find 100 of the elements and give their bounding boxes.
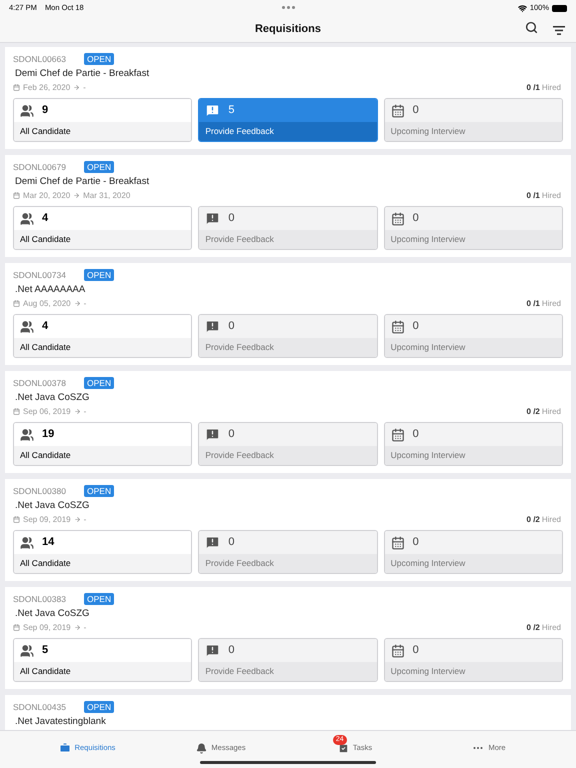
stat-tile[interactable]: 0 Provide Feedback (198, 206, 378, 250)
hired-label: Hired (542, 622, 561, 634)
search-icon[interactable] (525, 21, 538, 34)
requisition-card[interactable]: SDONL00380 OPEN .Net Java CoSZG Sep 09, 2019 - 0 /2 Hired 14 All Candidate 0 Provide Feedback 0 Upcoming Interview (5, 479, 571, 581)
stat-tile[interactable]: 4 All Candidate (13, 206, 192, 250)
stat-tile[interactable]: 4 All Candidate (13, 314, 192, 358)
requisition-title: .Net Java CoSZG (15, 391, 90, 405)
start-date: Sep 09, 2019 (23, 622, 71, 634)
tile-label: Provide Feedback (205, 125, 274, 138)
tile-count: 0 (412, 427, 419, 442)
calendar-icon (390, 320, 405, 334)
status-badge: OPEN (84, 593, 114, 605)
stat-tile[interactable]: 0 Upcoming Interview (384, 422, 563, 466)
stat-tile[interactable]: 0 Upcoming Interview (384, 98, 563, 142)
status-badge: OPEN (84, 269, 114, 281)
requisition-card[interactable]: SDONL00734 OPEN .Net AAAAAAAA Aug 05, 2020 - 0 /1 Hired 4 All Candidate 0 Provide Feedback 0 Upcoming Interview (5, 263, 571, 365)
stat-tile[interactable]: 0 Provide Feedback (198, 422, 378, 466)
start-date: Sep 06, 2019 (23, 406, 71, 418)
tile-count: 0 (228, 643, 234, 658)
tile-count: 0 (228, 211, 234, 226)
status-badge: OPEN (84, 485, 114, 497)
tile-count: 4 (42, 211, 48, 226)
requisition-card[interactable]: SDONL00378 OPEN .Net Java CoSZG Sep 06, 2019 - 0 /2 Hired 19 All Candidate 0 Provide Feedback 0 Upcoming Interview (5, 371, 571, 473)
end-date: - (84, 298, 86, 310)
requisition-id: SDONL00435 (13, 700, 67, 714)
feedback-icon (205, 319, 220, 334)
people-icon (20, 320, 34, 334)
stat-tile[interactable]: 5 All Candidate (13, 638, 192, 682)
tile-label: Provide Feedback (205, 233, 274, 246)
stat-tile[interactable]: 0 Provide Feedback (198, 314, 378, 358)
stat-tile[interactable]: 19 All Candidate (13, 422, 192, 466)
feedback-icon (205, 643, 220, 658)
tile-count: 0 (412, 643, 419, 658)
sort-icon[interactable] (553, 26, 565, 35)
requisition-card[interactable]: SDONL00663 OPEN Demi Chef de Partie - Breakfast Feb 26, 2020 - 0 /1 Hired 9 All Candidate 5 Provide Feedback 0 Upcoming Interview (5, 47, 571, 149)
end-date: - (84, 622, 86, 634)
arrow-icon (74, 300, 81, 307)
tile-label: All Candidate (20, 449, 71, 462)
people-icon (20, 644, 34, 658)
tile-count: 9 (42, 103, 48, 118)
bell-icon (196, 742, 208, 754)
tile-count: 19 (42, 427, 54, 442)
tile-label: Upcoming Interview (390, 125, 466, 138)
wifi-icon (518, 4, 527, 12)
multitask-dots-icon (282, 6, 295, 9)
tile-count: 0 (228, 535, 234, 550)
calendar-icon (13, 624, 20, 631)
hired-count: 0 /2 (526, 622, 540, 634)
calendar-icon (390, 644, 405, 658)
hired-count: 0 /1 (526, 190, 540, 202)
tile-count: 5 (228, 103, 234, 118)
requisition-id: SDONL00378 (13, 376, 67, 390)
tile-label: All Candidate (20, 341, 71, 354)
tile-label: Provide Feedback (205, 557, 274, 570)
stat-tile[interactable]: 0 Upcoming Interview (384, 314, 563, 358)
calendar-icon (390, 536, 405, 550)
hired-label: Hired (542, 406, 561, 418)
tile-count: 4 (42, 319, 48, 334)
stat-tile[interactable]: 9 All Candidate (13, 98, 192, 142)
tile-count: 0 (228, 427, 234, 442)
tile-label: All Candidate (20, 233, 71, 246)
battery-icon (552, 4, 567, 12)
feedback-icon (205, 103, 220, 118)
arrow-icon (74, 516, 81, 523)
briefcase-icon (58, 742, 71, 754)
requisition-id: SDONL00663 (13, 52, 67, 66)
tile-label: All Candidate (20, 665, 71, 678)
end-date: - (84, 514, 86, 526)
stat-tile[interactable]: 0 Upcoming Interview (384, 206, 563, 250)
tile-label: Provide Feedback (205, 665, 274, 678)
status-badge: OPEN (84, 377, 114, 389)
arrow-icon (73, 192, 80, 199)
tile-label: Upcoming Interview (390, 341, 466, 354)
status-badge: OPEN (84, 161, 114, 173)
people-icon (20, 104, 34, 118)
end-date: - (83, 82, 86, 94)
tile-count: 5 (42, 643, 48, 658)
tile-label: Upcoming Interview (390, 557, 466, 570)
tile-count: 0 (412, 103, 419, 118)
status-badge: OPEN (84, 701, 114, 713)
tile-count: 0 (412, 211, 419, 226)
start-date: Aug 05, 2020 (23, 298, 71, 310)
hired-label: Hired (542, 514, 561, 526)
feedback-icon (205, 211, 220, 226)
requisition-card[interactable]: SDONL00383 OPEN .Net Java CoSZG Sep 09, 2019 - 0 /2 Hired 5 All Candidate 0 Provide Feedback 0 Upcoming Interview (5, 587, 571, 689)
people-icon (20, 212, 34, 226)
calendar-icon (13, 408, 20, 415)
stat-tile[interactable]: 14 All Candidate (13, 530, 192, 574)
stat-tile[interactable]: 5 Provide Feedback (198, 98, 378, 142)
calendar-icon (13, 84, 20, 91)
requisition-card[interactable]: SDONL00435 OPEN .Net Javatestingblank (5, 695, 571, 730)
calendar-icon (390, 212, 405, 226)
stat-tile[interactable]: 0 Provide Feedback (198, 530, 378, 574)
hired-label: Hired (542, 190, 561, 202)
tile-label: Upcoming Interview (390, 233, 466, 246)
stat-tile[interactable]: 0 Upcoming Interview (384, 638, 563, 682)
requisition-card[interactable]: SDONL00679 OPEN Demi Chef de Partie - Breakfast Mar 20, 2020 Mar 31, 2020 0 /1 Hired 4 All Candidate 0 Provide Feedback 0 Upcoming Interview (5, 155, 571, 257)
tile-label: Upcoming Interview (390, 665, 466, 678)
stat-tile[interactable]: 0 Provide Feedback (198, 638, 378, 682)
stat-tile[interactable]: 0 Upcoming Interview (384, 530, 563, 574)
